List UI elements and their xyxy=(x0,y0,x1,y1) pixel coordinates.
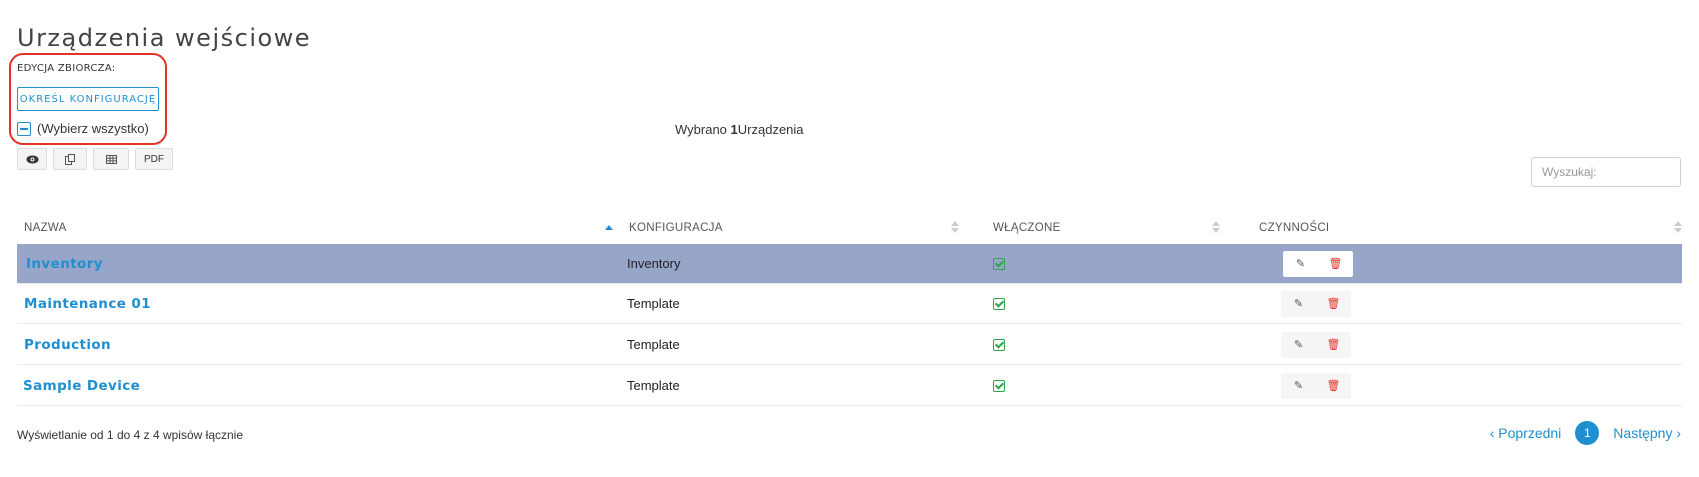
config-cell: Template xyxy=(627,378,680,393)
table-row[interactable]: Inventory Inventory ✎ 🗑 xyxy=(17,244,1682,284)
table-row[interactable]: Production Template ✎ 🗑 xyxy=(17,325,1682,365)
trash-icon[interactable]: 🗑 xyxy=(1318,251,1353,277)
device-name-link[interactable]: Production xyxy=(24,337,111,353)
table-row[interactable]: Sample Device Template ✎ 🗑 xyxy=(17,366,1682,406)
eye-icon[interactable] xyxy=(17,148,47,170)
select-all-toggle[interactable]: (Wybierz wszystko) xyxy=(17,121,149,136)
minus-checkbox-icon[interactable] xyxy=(17,121,31,136)
column-header-enabled[interactable]: WŁĄCZONE xyxy=(993,212,1061,244)
row-actions: ✎ 🗑 xyxy=(1281,331,1351,358)
edit-icon[interactable]: ✎ xyxy=(1281,332,1316,358)
trash-icon[interactable]: 🗑 xyxy=(1316,373,1351,399)
page-title: Urządzenia wejściowe xyxy=(17,24,312,53)
device-name-link[interactable]: Maintenance 01 xyxy=(24,296,151,312)
enabled-check-icon xyxy=(993,257,1005,270)
enabled-check-icon xyxy=(993,379,1005,392)
table-row[interactable]: Maintenance 01 Template ✎ 🗑 xyxy=(17,284,1682,324)
configure-button[interactable]: OKREŚL KONFIGURACJĘ xyxy=(17,87,159,111)
row-actions: ✎ 🗑 xyxy=(1281,290,1351,317)
selection-count: 1 xyxy=(730,122,738,137)
selection-summary: Wybrano 1Urządzenia xyxy=(675,122,804,137)
config-cell: Template xyxy=(627,337,680,352)
enabled-check-icon xyxy=(993,297,1005,310)
trash-icon[interactable]: 🗑 xyxy=(1316,291,1351,317)
sort-both-icon[interactable] xyxy=(1674,219,1682,235)
copy-icon[interactable] xyxy=(53,148,87,170)
select-all-label: (Wybierz wszystko) xyxy=(37,121,149,136)
row-actions: ✎ 🗑 xyxy=(1281,372,1351,399)
page-number-button[interactable]: 1 xyxy=(1575,421,1600,445)
table-info: Wyświetlanie od 1 do 4 z 4 wpisów łączni… xyxy=(17,428,244,442)
column-header-name[interactable]: NAZWA xyxy=(24,212,67,244)
sort-both-icon[interactable] xyxy=(951,219,959,235)
edit-icon[interactable]: ✎ xyxy=(1283,251,1318,277)
next-page-link[interactable]: Następny › xyxy=(1613,425,1681,441)
table-icon[interactable] xyxy=(93,148,129,170)
device-name-link[interactable]: Inventory xyxy=(26,256,103,272)
bulk-edit-label: EDYCJA ZBIORCZA: xyxy=(17,63,116,74)
column-header-actions[interactable]: CZYNNOŚCI xyxy=(1259,212,1329,244)
sort-both-icon[interactable] xyxy=(1212,219,1220,235)
config-cell: Inventory xyxy=(627,256,681,271)
sort-asc-icon[interactable] xyxy=(605,219,613,235)
pdf-icon[interactable]: PDF xyxy=(135,148,173,170)
table-header: NAZWA KONFIGURACJA WŁĄCZONE CZYNNOŚCI xyxy=(17,212,1682,244)
prev-page-link[interactable]: ‹ Poprzedni xyxy=(1490,425,1562,441)
edit-icon[interactable]: ✎ xyxy=(1281,291,1316,317)
device-name-link[interactable]: Sample Device xyxy=(23,378,140,394)
pagination: ‹ Poprzedni 1 Następny › xyxy=(1490,421,1681,445)
trash-icon[interactable]: 🗑 xyxy=(1316,332,1351,358)
export-toolbar: PDF xyxy=(17,148,173,170)
row-actions: ✎ 🗑 xyxy=(1283,250,1353,277)
enabled-check-icon xyxy=(993,338,1005,351)
search-input[interactable] xyxy=(1531,157,1681,187)
column-header-config[interactable]: KONFIGURACJA xyxy=(629,212,723,244)
edit-icon[interactable]: ✎ xyxy=(1281,373,1316,399)
config-cell: Template xyxy=(627,296,680,311)
